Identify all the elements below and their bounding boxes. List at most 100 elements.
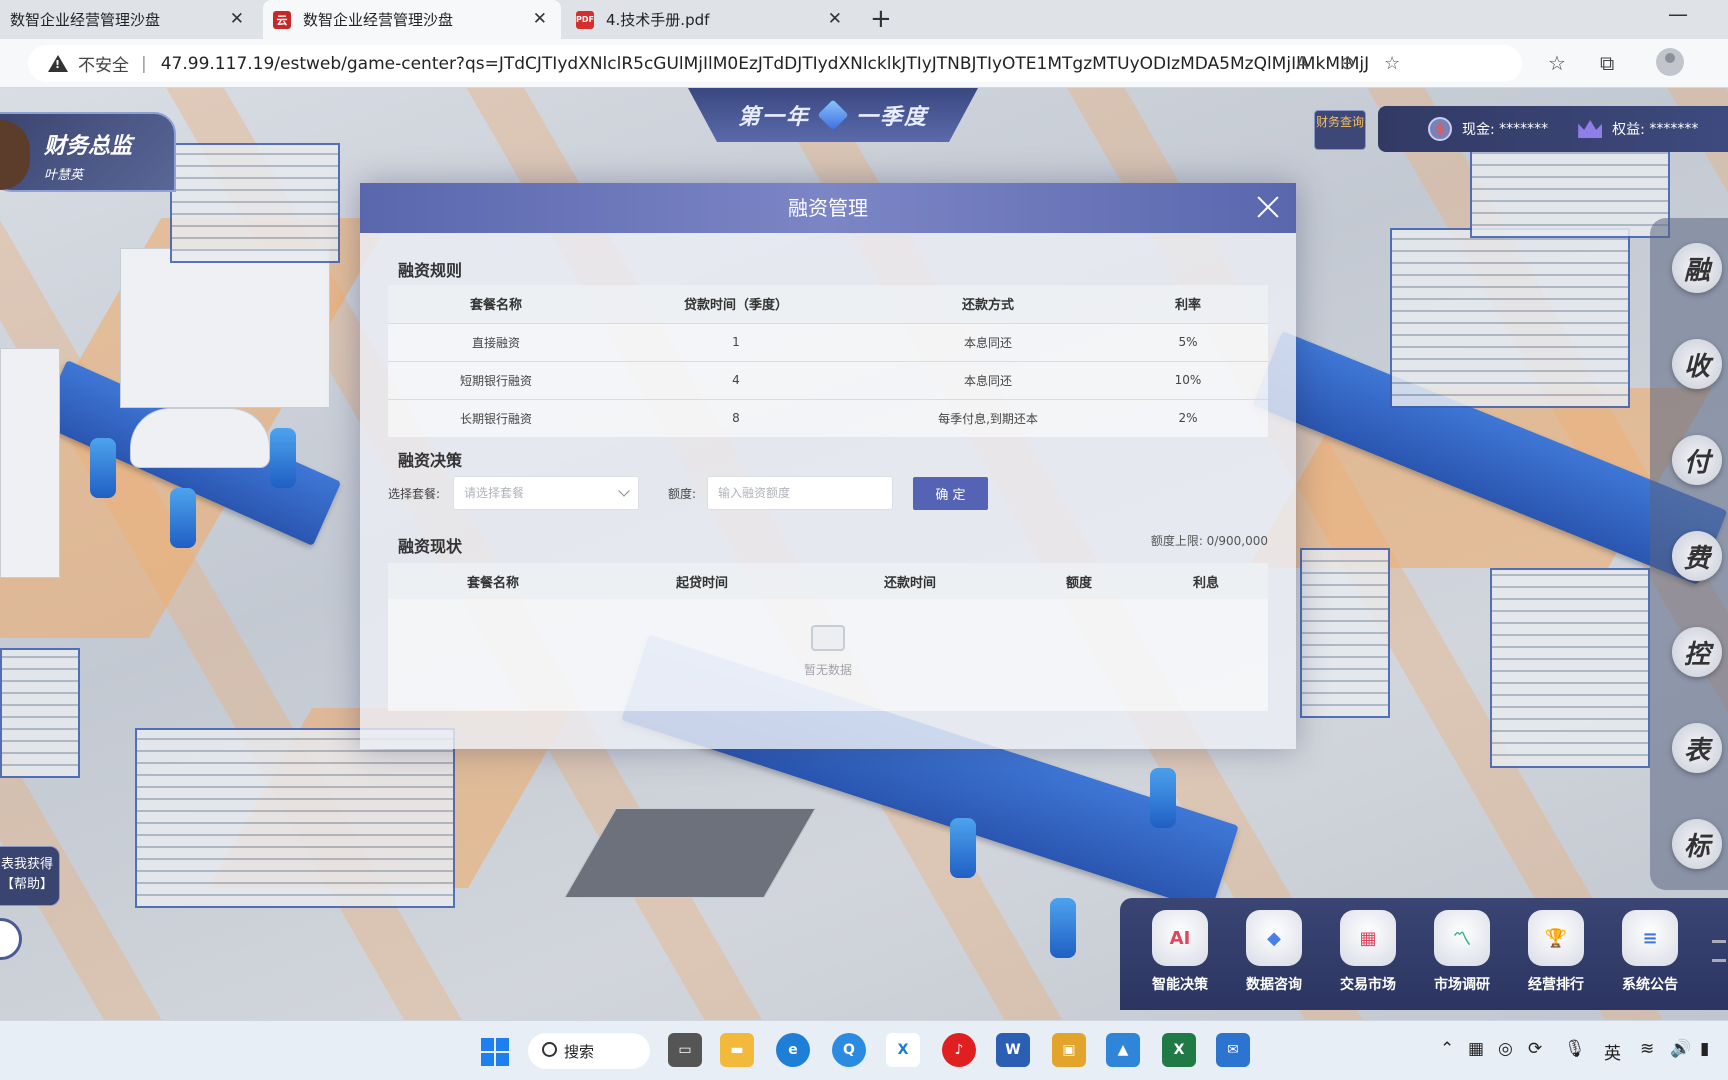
- side-menu-financing[interactable]: 融: [1672, 243, 1722, 293]
- read-aloud-icon[interactable]: A: [1296, 53, 1308, 74]
- table-row: 直接融资 1 本息同还 5%: [388, 322, 1268, 361]
- browser-tab-2[interactable]: 云 数智企业经营管理沙盘 ✕: [263, 0, 561, 39]
- select-label: 选择套餐:: [388, 487, 441, 501]
- word-icon[interactable]: W: [996, 1033, 1030, 1067]
- add-favorite-icon[interactable]: ☆: [1384, 53, 1400, 74]
- xmind-icon[interactable]: X: [886, 1033, 920, 1067]
- minimize-icon[interactable]: —: [1668, 2, 1688, 26]
- side-menu-pay[interactable]: 付: [1672, 435, 1722, 485]
- empty-box-icon: [811, 625, 845, 651]
- side-menu-target[interactable]: 标: [1672, 819, 1722, 869]
- dock-item-ranking[interactable]: 🏆 经营排行: [1516, 910, 1596, 994]
- close-icon[interactable]: [1254, 193, 1282, 221]
- new-tab-button[interactable]: +: [870, 4, 892, 34]
- menu-icon[interactable]: [1712, 940, 1726, 962]
- amount-label: 额度:: [668, 487, 697, 501]
- search-app-icon[interactable]: Q: [832, 1033, 866, 1067]
- column-header: 还款方式: [868, 285, 1108, 323]
- wall-block: [0, 348, 60, 578]
- storage-rack: [170, 143, 340, 263]
- excel-icon[interactable]: X: [1162, 1033, 1196, 1067]
- pdf-icon: PDF: [576, 10, 594, 29]
- taskbar: 搜索 ▭ ▬ e Q X ♪ W ▣ ▲ X ✉ ⌃ ▦ ◎ ⟳ 🎙 英 ≋ 🔊…: [0, 1020, 1728, 1080]
- asset-bar: $ 现金: ******* 权益: *******: [1378, 106, 1728, 152]
- side-menu-report[interactable]: 表: [1672, 723, 1722, 773]
- close-icon[interactable]: ✕: [828, 9, 842, 29]
- select-placeholder: 请选择套餐: [464, 486, 525, 500]
- dock-item-trade-market[interactable]: ▦ 交易市场: [1328, 910, 1408, 994]
- column-header: 额度: [1014, 563, 1144, 599]
- site-favicon-icon: 云: [273, 10, 291, 29]
- dock-item-announcement[interactable]: ≡ 系统公告: [1610, 910, 1690, 994]
- netease-music-icon[interactable]: ♪: [942, 1033, 976, 1067]
- finance-query-button[interactable]: 财务查询: [1314, 110, 1366, 150]
- dock-item-market-research[interactable]: 〽 市场调研: [1422, 910, 1502, 994]
- side-menu-control[interactable]: 控: [1672, 627, 1722, 677]
- mail-icon[interactable]: ✉: [1216, 1033, 1250, 1067]
- photos-icon[interactable]: ▲: [1106, 1033, 1140, 1067]
- table-cell: 本息同还: [868, 322, 1108, 361]
- table-cell: 直接融资: [388, 322, 604, 361]
- tray-app-icon[interactable]: ▦: [1468, 1039, 1484, 1059]
- side-menu-receive[interactable]: 收: [1672, 339, 1722, 389]
- column-header: 贷款时间（季度）: [604, 285, 868, 323]
- ime-indicator[interactable]: 英: [1604, 1039, 1621, 1064]
- volume-icon[interactable]: 🔊: [1670, 1039, 1691, 1059]
- amount-input[interactable]: [707, 476, 893, 510]
- close-icon[interactable]: ✕: [230, 9, 244, 29]
- url-text[interactable]: 47.99.117.19/estweb/game-center?qs=JTdCJ…: [161, 54, 1371, 74]
- sync-icon[interactable]: ⟳: [1528, 1039, 1542, 1059]
- help-card[interactable]: 表我获得 【帮助】: [0, 846, 60, 906]
- empty-state: 暂无数据: [388, 599, 1268, 711]
- zoom-icon[interactable]: ⊖: [1340, 53, 1355, 74]
- close-icon[interactable]: ✕: [533, 9, 547, 29]
- role-title: 财务总监: [44, 134, 133, 159]
- confirm-button[interactable]: 确 定: [913, 477, 988, 510]
- windows-start-icon[interactable]: [481, 1038, 509, 1066]
- file-explorer-icon[interactable]: ▬: [720, 1033, 754, 1067]
- quarter-label: 一季度: [856, 105, 929, 130]
- column-header: 套餐名称: [388, 563, 598, 599]
- market-icon: ▦: [1340, 910, 1396, 966]
- table-header-row: 套餐名称 贷款时间（季度） 还款方式 利率: [388, 285, 1268, 323]
- collections-icon[interactable]: ⧉: [1600, 51, 1614, 75]
- browser-tab-1[interactable]: 数智企业经营管理沙盘 ✕: [0, 0, 258, 39]
- browser-tab-bar: 数智企业经营管理沙盘 ✕ 云 数智企业经营管理沙盘 ✕ PDF 4.技术手册.p…: [0, 0, 1728, 39]
- status-title: 融资现状: [398, 537, 463, 556]
- side-menu-expense[interactable]: 费: [1672, 531, 1722, 581]
- column-header: 起贷时间: [598, 563, 806, 599]
- wifi-icon[interactable]: ≋: [1640, 1039, 1654, 1059]
- table-row: 长期银行融资 8 每季付息,到期还本 2%: [388, 398, 1268, 437]
- column-header: 利息: [1144, 563, 1268, 599]
- tray-app-icon[interactable]: ◎: [1498, 1039, 1513, 1059]
- dock-label: 市场调研: [1434, 977, 1490, 993]
- dock-label: 数据咨询: [1246, 977, 1302, 993]
- dock-item-ai-decision[interactable]: AI 智能决策: [1140, 910, 1220, 994]
- help-link[interactable]: 【帮助】: [1, 875, 59, 895]
- taskbar-search[interactable]: 搜索: [528, 1033, 650, 1069]
- tray-expand-icon[interactable]: ⌃: [1440, 1039, 1454, 1059]
- package-select[interactable]: 请选择套餐: [453, 476, 639, 510]
- table-cell: 10%: [1108, 360, 1268, 399]
- storage-rack: [135, 728, 455, 908]
- column-header: 还款时间: [806, 563, 1014, 599]
- table-header-row: 套餐名称 起贷时间 还款时间 额度 利息: [388, 563, 1268, 599]
- office-icon[interactable]: ▣: [1052, 1033, 1086, 1067]
- paint-booth: [120, 248, 330, 408]
- profile-avatar[interactable]: [1656, 48, 1684, 76]
- help-text: 表我获得: [1, 857, 54, 872]
- battery-icon[interactable]: ▮: [1700, 1039, 1709, 1059]
- omnibox[interactable]: 不安全 | 47.99.117.19/estweb/game-center?qs…: [28, 45, 1522, 82]
- edge-browser-icon[interactable]: e: [776, 1033, 810, 1067]
- table-cell: 5%: [1108, 322, 1268, 361]
- decision-title: 融资决策: [398, 451, 463, 470]
- dock-item-data-consult[interactable]: ◆ 数据咨询: [1234, 910, 1314, 994]
- robot-arm: [170, 488, 196, 548]
- tab-title: 数智企业经营管理沙盘: [303, 11, 454, 29]
- microphone-icon[interactable]: 🎙: [1564, 1039, 1586, 1059]
- column-header: 利率: [1108, 285, 1268, 323]
- favorites-icon[interactable]: ☆: [1548, 51, 1566, 75]
- task-view-icon[interactable]: ▭: [668, 1033, 702, 1067]
- limit-text: 额度上限: 0/900,000: [1150, 534, 1268, 548]
- browser-tab-3[interactable]: PDF 4.技术手册.pdf ✕: [566, 0, 856, 39]
